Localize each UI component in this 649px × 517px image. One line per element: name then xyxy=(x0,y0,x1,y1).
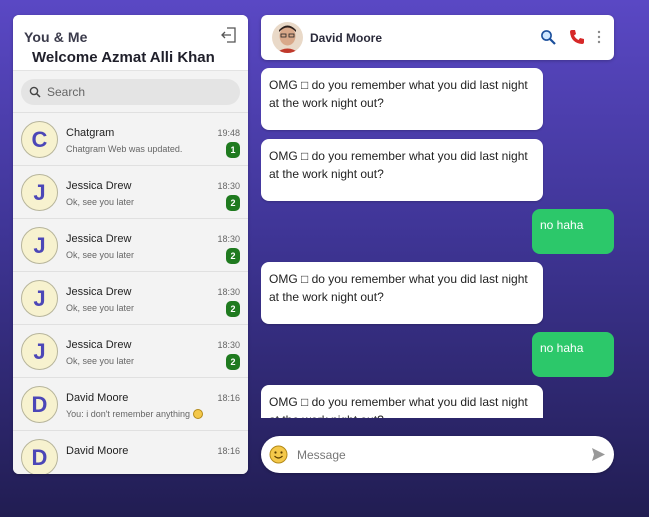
outgoing-message: no haha xyxy=(532,332,614,377)
incoming-message: OMG □ do you remember what you did last … xyxy=(261,68,543,130)
chat-list-item[interactable]: J Jessica Drew Ok, see you later 18:30 2 xyxy=(13,271,248,324)
chat-time: 18:30 xyxy=(217,181,240,191)
unread-badge: 2 xyxy=(226,195,240,211)
chat-preview: Ok, see you later xyxy=(66,197,135,207)
avatar: D xyxy=(21,439,58,474)
incoming-message: OMG □ do you remember what you did last … xyxy=(261,139,543,201)
message-input[interactable] xyxy=(297,445,577,464)
search-input[interactable] xyxy=(47,85,227,99)
chat-name: David Moore xyxy=(66,392,129,404)
chat-time: 18:30 xyxy=(217,340,240,350)
message-composer xyxy=(261,436,614,473)
chat-list-item[interactable]: J Jessica Drew Ok, see you later 18:30 2 xyxy=(13,324,248,377)
chat-list-item[interactable]: D David Moore 18:16 xyxy=(13,430,248,474)
chat-list-item[interactable]: J Jessica Drew Ok, see you later 18:30 2 xyxy=(13,218,248,271)
chat-name: David Moore xyxy=(66,445,129,457)
avatar: J xyxy=(21,174,58,211)
avatar: D xyxy=(21,386,58,423)
chat-preview-row: You: i don't remember anything xyxy=(66,409,203,419)
chat-preview: You: i don't remember anything xyxy=(66,409,190,419)
chat-list: C Chatgram Chatgram Web was updated. 19:… xyxy=(13,112,248,474)
phone-icon[interactable] xyxy=(569,29,585,45)
unread-badge: 1 xyxy=(226,142,240,158)
contact-name: David Moore xyxy=(310,31,383,45)
message-area[interactable]: OMG □ do you remember what you did last … xyxy=(261,60,614,418)
chat-name: Jessica Drew xyxy=(66,286,132,298)
chat-list-item[interactable]: J Jessica Drew Ok, see you later 18:30 2 xyxy=(13,165,248,218)
chat-time: 18:16 xyxy=(217,393,240,403)
app-name: You & Me xyxy=(24,29,88,45)
chat-name: Chatgram xyxy=(66,127,115,139)
incoming-message: OMG □ do you remember what you did last … xyxy=(261,385,543,418)
unread-badge: 2 xyxy=(226,301,240,317)
incoming-message: OMG □ do you remember what you did last … xyxy=(261,262,543,324)
unread-badge: 2 xyxy=(226,354,240,370)
chat-time: 19:48 xyxy=(217,128,240,138)
unread-badge: 2 xyxy=(226,248,240,264)
search-icon[interactable] xyxy=(540,29,556,45)
outgoing-message: no haha xyxy=(532,209,614,254)
chat-preview: Ok, see you later xyxy=(66,303,135,313)
chat-list-item[interactable]: D David Moore You: i don't remember anyt… xyxy=(13,377,248,430)
contact-avatar[interactable] xyxy=(272,22,303,53)
chat-name: Jessica Drew xyxy=(66,339,132,351)
chat-preview: Chatgram Web was updated. xyxy=(66,144,183,154)
search-icon xyxy=(29,86,41,98)
chat-list-item[interactable]: C Chatgram Chatgram Web was updated. 19:… xyxy=(13,112,248,165)
welcome-text: Welcome Azmat Alli Khan xyxy=(32,49,215,66)
sidebar-header: You & Me Welcome Azmat Alli Khan xyxy=(13,15,248,71)
chat-name: Jessica Drew xyxy=(66,180,132,192)
chat-preview: Ok, see you later xyxy=(66,250,135,260)
logout-icon[interactable] xyxy=(220,26,238,44)
chat-header: David Moore xyxy=(261,15,614,60)
search-bar[interactable] xyxy=(21,79,240,105)
chat-name: Jessica Drew xyxy=(66,233,132,245)
emoji-icon[interactable] xyxy=(269,445,288,464)
chat-time: 18:30 xyxy=(217,234,240,244)
chat-sidebar: You & Me Welcome Azmat Alli Khan C Chatg… xyxy=(13,15,248,474)
chat-time: 18:30 xyxy=(217,287,240,297)
smile-emoji-icon xyxy=(192,409,203,419)
contact-photo xyxy=(272,22,303,53)
avatar: C xyxy=(21,121,58,158)
chat-time: 18:16 xyxy=(217,446,240,456)
more-vertical-icon[interactable] xyxy=(596,29,602,45)
avatar: J xyxy=(21,333,58,370)
send-icon[interactable] xyxy=(591,447,606,462)
avatar: J xyxy=(21,280,58,317)
avatar: J xyxy=(21,227,58,264)
chat-preview: Ok, see you later xyxy=(66,356,135,366)
